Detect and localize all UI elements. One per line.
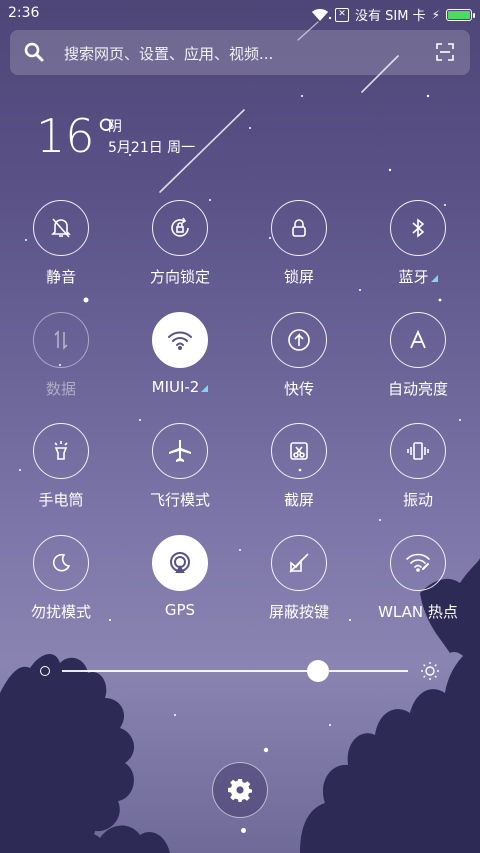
toggle-label: 自动亮度 <box>387 380 448 398</box>
toggle-label: MIUI-2 <box>151 378 200 396</box>
temperature: 16° <box>36 109 118 163</box>
settings-button[interactable] <box>212 762 268 818</box>
search-icon <box>24 42 44 62</box>
sim-status-text: 没有 SIM 卡 <box>354 9 426 24</box>
page-indicator <box>241 828 246 833</box>
toggle-label-row: MIUI-2 <box>120 378 240 396</box>
quick-transfer-icon <box>271 312 327 368</box>
toggle-label: 方向锁定 <box>149 268 210 286</box>
hotspot-icon <box>390 535 446 591</box>
toggle-vibrate[interactable]: 振动 <box>358 423 478 523</box>
brightness-slider[interactable] <box>40 660 440 682</box>
toggle-auto-brightness[interactable]: 自动亮度 <box>358 312 478 412</box>
toggle-wifi[interactable]: MIUI-2 <box>120 312 240 412</box>
weather-date: 5月21日 周一 <box>108 140 196 156</box>
more-options-indicator <box>430 275 438 282</box>
bluetooth-icon <box>390 200 446 256</box>
toggle-label-row: 蓝牙 <box>358 266 478 287</box>
toggle-label: 数据 <box>45 380 76 398</box>
toggle-hotspot[interactable]: WLAN 热点 <box>358 535 478 635</box>
toggle-rotation-lock[interactable]: 方向锁定 <box>120 200 240 300</box>
toggle-screenshot[interactable]: 截屏 <box>239 423 359 523</box>
wifi-status-icon <box>311 8 328 21</box>
silent-icon <box>33 200 89 256</box>
toggle-label: 蓝牙 <box>398 268 429 286</box>
toggle-bluetooth[interactable]: 蓝牙 <box>358 200 478 300</box>
toggle-block-keys[interactable]: 屏蔽按键 <box>239 535 359 635</box>
brightness-knob[interactable] <box>307 660 330 682</box>
auto-brightness-icon <box>390 312 446 368</box>
no-sim-icon: ✕ <box>334 7 349 22</box>
rotation-lock-icon <box>152 200 208 256</box>
do-not-disturb-icon <box>33 535 89 591</box>
block-keys-icon <box>271 535 327 591</box>
gps-icon <box>152 535 208 591</box>
toggle-label: 手电筒 <box>38 491 84 509</box>
data-icon <box>33 312 89 368</box>
status-bar: 2:36 ✕ 没有 SIM 卡 ⚡ <box>0 0 480 28</box>
toggle-gps[interactable]: GPS <box>120 535 240 635</box>
scan-icon[interactable] <box>436 43 454 61</box>
toggle-label: 截屏 <box>283 491 314 509</box>
brightness-track[interactable] <box>62 670 408 672</box>
toggle-silent[interactable]: 静音 <box>1 200 121 300</box>
vibrate-icon <box>390 423 446 479</box>
brightness-low-icon <box>40 666 50 676</box>
toggle-quick-transfer[interactable]: 快传 <box>239 312 359 412</box>
battery-icon <box>446 8 475 21</box>
status-icons: ✕ 没有 SIM 卡 ⚡ <box>311 5 475 24</box>
flashlight-icon <box>33 423 89 479</box>
lock-icon <box>271 200 327 256</box>
airplane-icon <box>152 423 208 479</box>
toggle-label: 勿扰模式 <box>30 603 91 621</box>
toggle-do-not-disturb[interactable]: 勿扰模式 <box>1 535 121 635</box>
toggle-flashlight[interactable]: 手电筒 <box>1 423 121 523</box>
toggle-label: WLAN 热点 <box>378 603 458 621</box>
toggle-data[interactable]: 数据 <box>1 312 121 412</box>
brightness-high-icon <box>421 662 439 680</box>
toggle-label: 屏蔽按键 <box>268 603 329 621</box>
toggle-label: 振动 <box>402 491 433 509</box>
toggle-lock-screen[interactable]: 锁屏 <box>239 200 359 300</box>
screenshot-icon <box>271 423 327 479</box>
toggle-airplane[interactable]: 飞行模式 <box>120 423 240 523</box>
status-time: 2:36 <box>8 5 40 21</box>
toggle-label: 锁屏 <box>283 268 314 286</box>
more-options-indicator <box>201 385 209 392</box>
gear-icon <box>228 779 252 802</box>
toggle-label: GPS <box>164 601 196 619</box>
search-placeholder: 搜索网页、设置、应用、视频... <box>64 45 274 63</box>
charging-icon: ⚡ <box>431 7 440 22</box>
toggle-label: 飞行模式 <box>149 491 210 509</box>
toggle-label: 快传 <box>283 380 314 398</box>
search-bar[interactable]: 搜索网页、设置、应用、视频... <box>10 30 470 75</box>
weather-condition: 阴 <box>108 119 122 135</box>
wifi-icon <box>152 312 208 368</box>
toggle-label: 静音 <box>45 268 76 286</box>
